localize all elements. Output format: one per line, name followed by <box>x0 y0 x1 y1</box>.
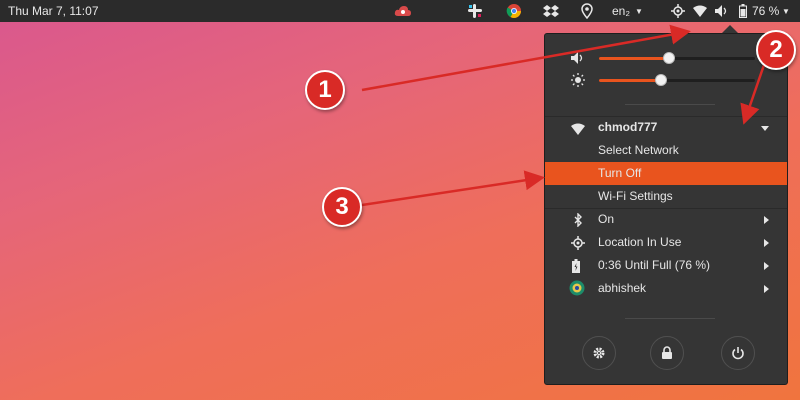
annotation-badge-1: 1 <box>305 70 345 110</box>
annotation-arrow-1 <box>361 24 691 92</box>
annotation-arrows <box>361 24 767 207</box>
annotation-arrow-2 <box>740 61 767 125</box>
annotation-badge-3: 3 <box>322 187 362 227</box>
annotation-arrow-3 <box>361 170 545 207</box>
annotation-badge-2: 2 <box>756 30 796 70</box>
